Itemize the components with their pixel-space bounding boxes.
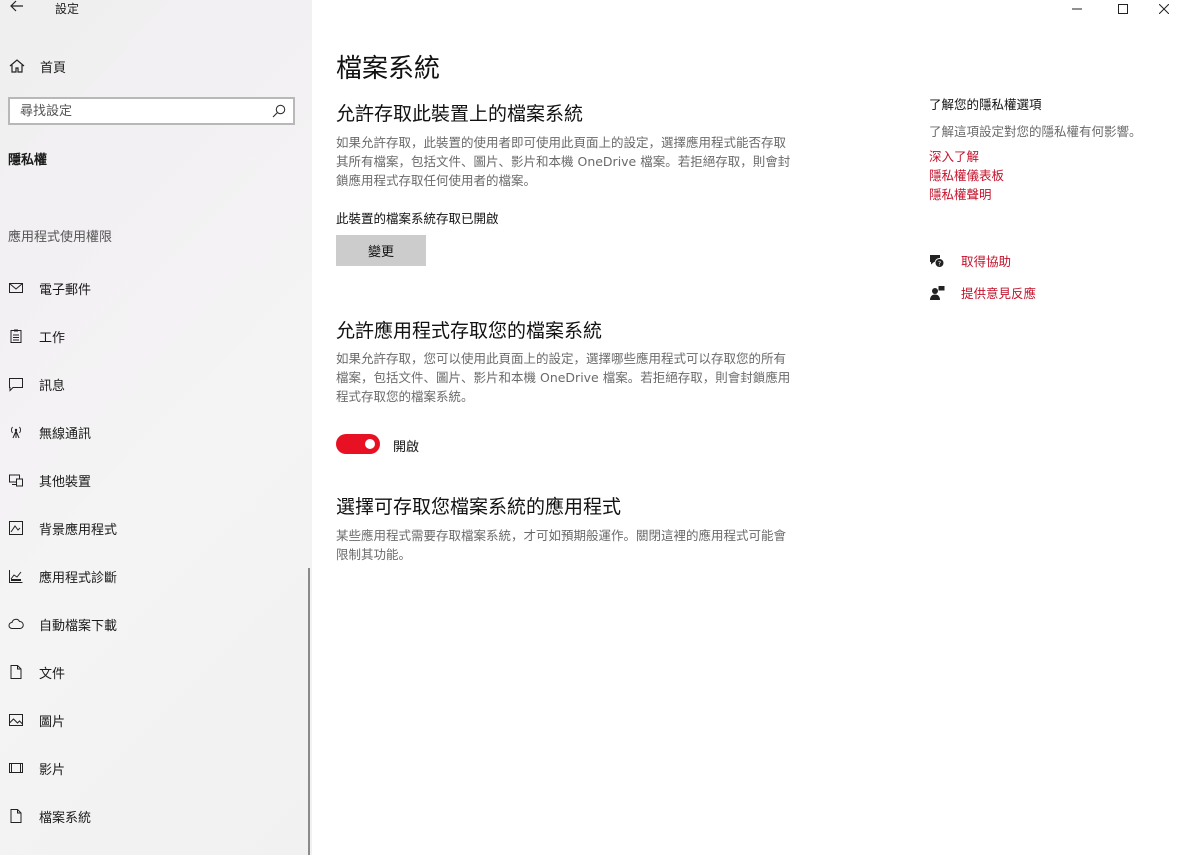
sidebar-item-label: 訊息 — [39, 378, 66, 394]
minimize-icon — [1072, 8, 1082, 10]
document-icon — [8, 664, 24, 680]
sidebar-item-tasks[interactable]: 工作 — [0, 312, 312, 360]
sidebar-item-email[interactable]: 電子郵件 — [0, 264, 312, 312]
section-description-choose-apps: 某些應用程式需要存取檔案系統，才可如預期般運作。關閉這裡的應用程式可能會限制其功… — [336, 528, 787, 562]
background-apps-icon — [8, 520, 24, 536]
sidebar-item-label: 電子郵件 — [39, 282, 92, 298]
nav-home[interactable]: 首頁 — [0, 52, 312, 80]
sidebar-item-label: 應用程式診斷 — [39, 570, 118, 586]
search-box[interactable] — [8, 97, 295, 125]
sidebar-item-label: 背景應用程式 — [39, 522, 118, 538]
sidebar-item-label: 影片 — [39, 762, 66, 778]
section-heading-device-access: 允許存取此裝置上的檔案系統 — [336, 103, 584, 125]
privacy-dashboard-link[interactable]: 隱私權儀表板 — [929, 165, 1004, 184]
sidebar-item-label: 圖片 — [39, 714, 66, 730]
get-help-link[interactable]: ? 取得協助 — [929, 251, 1011, 270]
privacy-options-heading: 了解您的隱私權選項 — [929, 97, 1042, 112]
give-feedback-link[interactable]: 提供意見反應 — [929, 283, 1036, 302]
sidebar-item-label: 其他裝置 — [39, 474, 92, 490]
file-system-icon — [8, 808, 24, 824]
sidebar-item-app-diagnostics[interactable]: 應用程式診斷 — [0, 552, 312, 600]
back-button[interactable] — [6, 0, 28, 18]
page-title: 檔案系統 — [336, 54, 441, 84]
title-bar: 設定 — [0, 0, 312, 20]
sidebar-item-radios[interactable]: 無線通訊 — [0, 408, 312, 456]
sidebar-item-label: 無線通訊 — [39, 426, 92, 442]
back-arrow-icon — [10, 0, 23, 12]
sidebar-item-label: 工作 — [39, 330, 66, 346]
get-help-label: 取得協助 — [961, 254, 1012, 269]
search-icon[interactable] — [271, 103, 287, 119]
chat-icon — [8, 376, 24, 392]
privacy-statement-link[interactable]: 隱私權聲明 — [929, 184, 992, 203]
sidebar-item-other-devices[interactable]: 其他裝置 — [0, 456, 312, 504]
mail-icon — [8, 280, 24, 296]
sidebar: 設定 首頁 隱私權 應用程式使用權限 電子郵件 工作 訊息 無線通訊 其他裝置 — [0, 0, 312, 855]
help-chat-icon: ? — [930, 254, 945, 268]
svg-text:?: ? — [938, 260, 941, 267]
toggle-label: 開啟 — [393, 440, 420, 455]
device-access-status: 此裝置的檔案系統存取已開啟 — [336, 211, 499, 226]
home-icon — [9, 59, 25, 73]
sidebar-item-documents[interactable]: 文件 — [0, 648, 312, 696]
maximize-icon — [1118, 4, 1128, 14]
sidebar-scrollbar[interactable] — [308, 568, 310, 855]
app-access-toggle[interactable] — [336, 434, 380, 454]
give-feedback-label: 提供意見反應 — [961, 286, 1037, 301]
nav-list: 電子郵件 工作 訊息 無線通訊 其他裝置 背景應用程式 應用程式診斷 自動檔案下… — [0, 264, 312, 840]
sidebar-item-videos[interactable]: 影片 — [0, 744, 312, 792]
sidebar-item-label: 自動檔案下載 — [39, 618, 118, 634]
sidebar-item-pictures[interactable]: 圖片 — [0, 696, 312, 744]
feedback-person-icon — [930, 285, 945, 300]
section-description-app-access: 如果允許存取，您可以使用此頁面上的設定，選擇哪些應用程式可以存取您的所有檔案，包… — [336, 351, 791, 404]
main-content: 檔案系統 允許存取此裝置上的檔案系統 如果允許存取，此裝置的使用者即可使用此頁面… — [312, 0, 912, 855]
sidebar-item-messaging[interactable]: 訊息 — [0, 360, 312, 408]
section-heading: 隱私權 — [8, 153, 48, 168]
video-icon — [8, 760, 24, 776]
cloud-icon — [8, 616, 24, 632]
sidebar-item-label: 文件 — [39, 666, 66, 682]
maximize-button[interactable] — [1100, 0, 1146, 18]
learn-more-link[interactable]: 深入了解 — [929, 146, 979, 165]
toggle-knob — [365, 439, 375, 449]
picture-icon — [8, 712, 24, 728]
sidebar-item-label: 檔案系統 — [39, 810, 92, 826]
minimize-button[interactable] — [1054, 0, 1100, 18]
change-button[interactable]: 變更 — [336, 235, 426, 266]
clipboard-icon — [8, 328, 24, 344]
antenna-icon — [8, 424, 24, 440]
close-icon — [1158, 4, 1169, 14]
nav-home-label: 首頁 — [40, 60, 67, 76]
devices-icon — [8, 472, 24, 488]
diagnostics-icon — [8, 568, 24, 584]
group-label: 應用程式使用權限 — [8, 230, 113, 245]
privacy-options-subtext: 了解這項設定對您的隱私權有何影響。 — [929, 124, 1142, 139]
sidebar-item-auto-file-downloads[interactable]: 自動檔案下載 — [0, 600, 312, 648]
app-title: 設定 — [55, 2, 80, 16]
section-heading-app-access: 允許應用程式存取您的檔案系統 — [336, 320, 603, 342]
search-input[interactable] — [10, 102, 271, 120]
sidebar-item-file-system[interactable]: 檔案系統 — [0, 792, 312, 840]
section-description-device-access: 如果允許存取，此裝置的使用者即可使用此頁面上的設定，選擇應用程式能否存取其所有檔… — [336, 135, 791, 188]
sidebar-item-background-apps[interactable]: 背景應用程式 — [0, 504, 312, 552]
close-button[interactable] — [1146, 0, 1181, 18]
section-heading-choose-apps: 選擇可存取您檔案系統的應用程式 — [336, 496, 622, 518]
